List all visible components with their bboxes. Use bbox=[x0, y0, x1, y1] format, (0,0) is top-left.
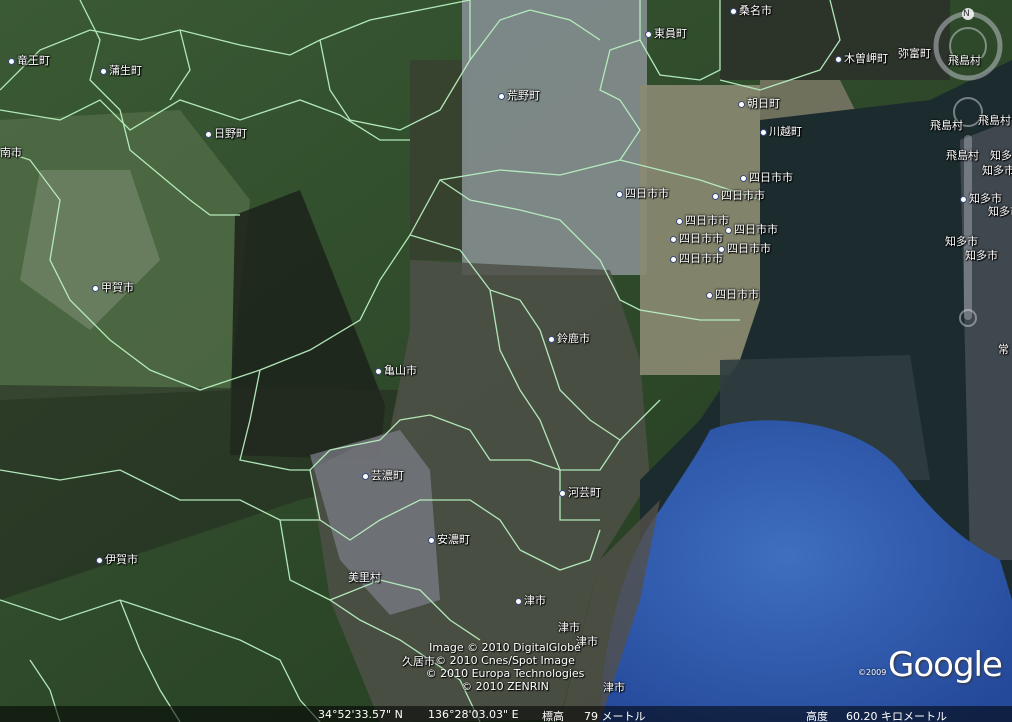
place-label[interactable]: 知多市 bbox=[960, 193, 1002, 205]
place-label[interactable]: 四日市市 bbox=[670, 233, 723, 245]
place-label[interactable]: 朝日町 bbox=[738, 98, 780, 110]
place-label[interactable]: 四日市市 bbox=[676, 215, 729, 227]
dark-tile-north bbox=[410, 60, 470, 260]
place-label[interactable]: 津市 bbox=[558, 622, 580, 634]
place-label[interactable]: 四日市市 bbox=[706, 289, 759, 301]
place-label[interactable]: 亀山市 bbox=[375, 365, 417, 377]
place-label[interactable]: 木曽岬町 bbox=[835, 53, 888, 65]
elevation-value: 79 メートル bbox=[584, 710, 646, 722]
place-label[interactable]: 伊賀市 bbox=[96, 554, 138, 566]
compass-north-letter[interactable]: N bbox=[963, 8, 970, 20]
place-label[interactable]: 竜王町 bbox=[8, 55, 50, 67]
place-label[interactable]: 河芸町 bbox=[559, 487, 601, 499]
place-label[interactable]: 四日市市 bbox=[616, 188, 669, 200]
satellite-map[interactable] bbox=[0, 0, 1012, 722]
place-label[interactable]: 四日市市 bbox=[718, 243, 771, 255]
place-label[interactable]: 甲賀市 bbox=[92, 282, 134, 294]
place-label[interactable]: 飛島村 bbox=[930, 120, 963, 132]
place-label[interactable]: 美里村 bbox=[348, 572, 381, 584]
credit-line: Image © 2010 DigitalGlobe bbox=[429, 641, 581, 654]
credit-line: © 2010 Cnes/Spot Image bbox=[435, 654, 575, 667]
place-label[interactable]: 津市 bbox=[515, 595, 546, 607]
place-label[interactable]: 桑名市 bbox=[730, 5, 772, 17]
elevation-label: 標高 bbox=[542, 710, 564, 722]
map-viewport[interactable]: 竜王町 蒲生町 日野町 南市 甲賀市 荒野町 東員町 桑名市 木曽岬町 弥富町 … bbox=[0, 0, 1012, 722]
place-label[interactable]: 知多市 bbox=[945, 236, 978, 248]
place-label[interactable]: 四日市市 bbox=[712, 190, 765, 202]
place-label[interactable]: 日野町 bbox=[205, 128, 247, 140]
place-label[interactable]: 知多 bbox=[990, 150, 1012, 162]
place-label[interactable]: 飛島村 bbox=[948, 55, 981, 67]
place-label[interactable]: 飛島村 bbox=[946, 150, 979, 162]
place-label[interactable]: 四日市市 bbox=[740, 172, 793, 184]
google-logo: Google bbox=[888, 645, 1003, 685]
place-label[interactable]: 弥富町 bbox=[898, 48, 931, 60]
place-label[interactable]: 東員町 bbox=[645, 28, 687, 40]
longitude-readout: 136°28'03.03" E bbox=[428, 708, 519, 721]
place-label[interactable]: 飛島村 bbox=[978, 115, 1011, 127]
place-label[interactable]: 川越町 bbox=[760, 126, 802, 138]
place-label[interactable]: 知多市 bbox=[988, 206, 1012, 218]
place-label[interactable]: 四日市市 bbox=[670, 253, 723, 265]
place-label[interactable]: 四日市市 bbox=[725, 224, 778, 236]
altitude-value: 60.20 キロメートル bbox=[846, 710, 947, 722]
logo-copyright: ©2009 bbox=[858, 668, 887, 677]
place-label[interactable]: 知多市 bbox=[965, 250, 998, 262]
credit-line: © 2010 Europa Technologies bbox=[425, 667, 585, 680]
zoom-slider-track[interactable] bbox=[964, 135, 972, 320]
place-label[interactable]: 芸濃町 bbox=[362, 470, 404, 482]
place-label[interactable]: 荒野町 bbox=[498, 90, 540, 102]
imagery-credits: Image © 2010 DigitalGlobe © 2010 Cnes/Sp… bbox=[380, 641, 630, 693]
place-label[interactable]: 知多市 bbox=[982, 165, 1012, 177]
place-label[interactable]: 常 bbox=[998, 344, 1009, 356]
grey-image-tile bbox=[462, 0, 647, 275]
altitude-label: 高度 bbox=[806, 710, 828, 722]
place-label[interactable]: 安濃町 bbox=[428, 534, 470, 546]
latitude-readout: 34°52'33.57" N bbox=[318, 708, 403, 721]
credit-line: © 2010 ZENRIN bbox=[461, 680, 549, 693]
place-label[interactable]: 蒲生町 bbox=[100, 65, 142, 77]
place-label[interactable]: 鈴鹿市 bbox=[548, 333, 590, 345]
place-label[interactable]: 南市 bbox=[0, 147, 22, 159]
